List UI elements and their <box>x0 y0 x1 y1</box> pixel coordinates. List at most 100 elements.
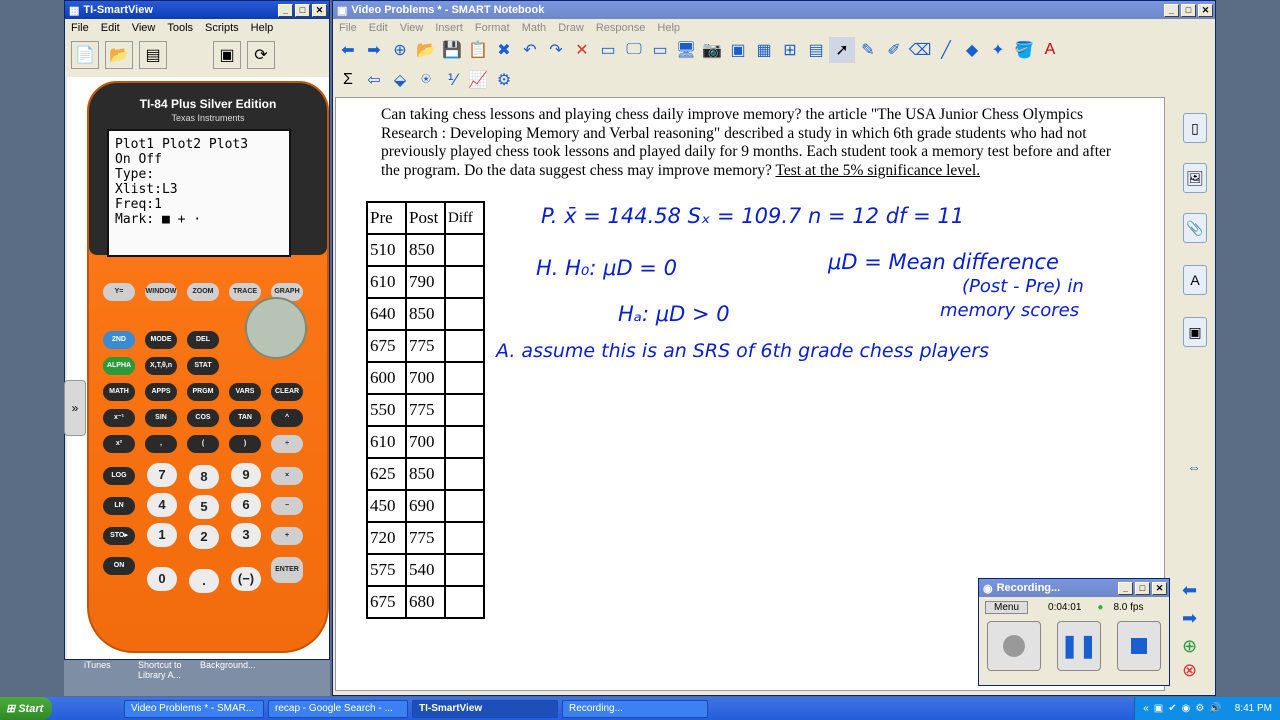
task-google[interactable]: recap - Google Search - ... <box>268 699 408 718</box>
cell-post[interactable]: 540 <box>405 553 446 587</box>
cell-pre[interactable]: 610 <box>366 265 407 299</box>
minimize-button[interactable]: _ <box>1118 581 1133 595</box>
delete-icon[interactable]: ✖ <box>491 37 517 63</box>
redo-icon[interactable]: ↷ <box>543 37 569 63</box>
add-table-icon[interactable]: ⊞ <box>777 37 803 63</box>
minimize-button[interactable]: _ <box>1164 3 1179 17</box>
key-y[interactable]: Y= <box>103 283 135 301</box>
open-folder-icon[interactable]: 📂 <box>105 41 133 69</box>
cell-pre[interactable]: 720 <box>366 521 407 555</box>
task-smartview[interactable]: TI-SmartView <box>412 699 558 718</box>
menu-help[interactable]: Help <box>657 22 680 34</box>
menu-file[interactable]: File <box>71 22 89 34</box>
fill-icon[interactable]: 🪣 <box>1011 37 1037 63</box>
prev-arrow-icon[interactable]: ⬅ <box>1182 580 1212 608</box>
task-recording[interactable]: Recording... <box>562 699 708 718</box>
key-sin[interactable]: SIN <box>145 409 177 427</box>
key-vars[interactable]: VARS <box>229 383 261 401</box>
table-icon[interactable]: ▦ <box>751 37 777 63</box>
camera-icon[interactable]: 📷 <box>699 37 725 63</box>
menu-edit[interactable]: Edit <box>369 22 388 34</box>
cell-pre[interactable]: 610 <box>366 425 407 459</box>
close-button[interactable]: ✕ <box>1152 581 1167 595</box>
eraser-icon[interactable]: ⌫ <box>907 37 933 63</box>
cell-post[interactable]: 850 <box>405 457 446 491</box>
undo-icon[interactable]: ↶ <box>517 37 543 63</box>
key-5[interactable]: 5 <box>189 495 219 519</box>
menu-response[interactable]: Response <box>596 22 646 34</box>
key-2nd[interactable]: 2ND <box>103 331 135 349</box>
stop-button[interactable] <box>1116 621 1161 671</box>
key-apps[interactable]: APPS <box>145 383 177 401</box>
key-zoom[interactable]: ZOOM <box>187 283 219 301</box>
key-sto[interactable]: STO▸ <box>103 527 135 545</box>
close-button[interactable]: ✕ <box>1198 3 1213 17</box>
key-math[interactable]: MATH <box>103 383 135 401</box>
key-del[interactable]: DEL <box>187 331 219 349</box>
key-1[interactable]: 1 <box>147 523 177 547</box>
notebook-titlebar[interactable]: ▣ Video Problems * - SMART Notebook _ □ … <box>333 1 1215 19</box>
cell-post[interactable]: 775 <box>405 393 446 427</box>
menu-math[interactable]: Math <box>522 22 546 34</box>
recording-menu[interactable]: Menu <box>985 600 1029 614</box>
shapes-icon[interactable]: ◆ <box>959 37 985 63</box>
cell-diff[interactable] <box>444 329 485 363</box>
key-multiply[interactable]: × <box>271 467 303 485</box>
key-negative[interactable]: (−) <box>231 567 261 591</box>
add-icon[interactable]: ⊕ <box>1182 636 1212 660</box>
pause-button[interactable]: ❚❚ <box>1056 621 1101 671</box>
key-divide[interactable]: ÷ <box>271 435 303 453</box>
menu-view[interactable]: View <box>132 22 156 34</box>
menu-edit[interactable]: Edit <box>101 22 120 34</box>
cell-pre[interactable]: 675 <box>366 585 407 619</box>
key-7[interactable]: 7 <box>147 463 177 487</box>
shape-recog-icon[interactable]: ⍟ <box>413 67 439 93</box>
maximize-button[interactable]: □ <box>1135 581 1150 595</box>
key-ln[interactable]: LN <box>103 497 135 515</box>
cell-post[interactable]: 775 <box>405 329 446 363</box>
key-stat[interactable]: STAT <box>187 357 219 375</box>
menu-scripts[interactable]: Scripts <box>205 22 239 34</box>
cube-icon[interactable]: ▣ <box>213 41 241 69</box>
page-sorter-icon[interactable]: ▯ <box>1183 113 1207 143</box>
cell-pre[interactable]: 575 <box>366 553 407 587</box>
key-log[interactable]: LOG <box>103 467 135 485</box>
cell-diff[interactable] <box>444 361 485 395</box>
cell-pre[interactable]: 640 <box>366 297 407 331</box>
volume-icon[interactable]: 🔊 <box>1209 703 1221 714</box>
cell-post[interactable]: 775 <box>405 521 446 555</box>
cell-diff[interactable] <box>444 457 485 491</box>
resize-arrow-icon[interactable]: ⇔ <box>1187 459 1201 475</box>
cell-pre[interactable]: 550 <box>366 393 407 427</box>
clear-icon[interactable]: ✕ <box>569 37 595 63</box>
screen-icon[interactable]: ▭ <box>647 37 673 63</box>
paste-icon[interactable]: 📋 <box>465 37 491 63</box>
key-lparen[interactable]: ( <box>187 435 219 453</box>
key-rparen[interactable]: ) <box>229 435 261 453</box>
cell-diff[interactable] <box>444 521 485 555</box>
tray-icon[interactable]: ✔ <box>1168 703 1176 714</box>
key-enter[interactable]: ENTER <box>271 557 303 583</box>
cell-diff[interactable] <box>444 233 485 267</box>
calculator-icon[interactable]: ▤ <box>139 41 167 69</box>
start-button[interactable]: ⊞ Start <box>0 697 52 720</box>
tray-icon[interactable]: ▣ <box>1154 703 1163 714</box>
text-icon[interactable]: A <box>1037 37 1063 63</box>
maximize-button[interactable]: □ <box>295 3 310 17</box>
key-3[interactable]: 3 <box>231 523 261 547</box>
key-9[interactable]: 9 <box>231 463 261 487</box>
add-page-icon[interactable]: ⊕ <box>387 37 413 63</box>
key-on[interactable]: ON <box>103 557 135 575</box>
arrow-pad[interactable] <box>245 297 307 359</box>
key-square[interactable]: x² <box>103 435 135 453</box>
cell-post[interactable]: 680 <box>405 585 446 619</box>
next-arrow-icon[interactable]: ➡ <box>1182 608 1212 636</box>
gears-icon[interactable]: ⚙ <box>491 67 517 93</box>
forward-arrow-icon[interactable]: ➡ <box>361 37 387 63</box>
save-icon[interactable]: 💾 <box>439 37 465 63</box>
key-decimal[interactable]: . <box>189 569 219 593</box>
key-6[interactable]: 6 <box>231 493 261 517</box>
key-mode[interactable]: MODE <box>145 331 177 349</box>
monitor-icon[interactable]: 🖥 <box>673 37 699 63</box>
select-icon[interactable]: ➚ <box>829 37 855 63</box>
